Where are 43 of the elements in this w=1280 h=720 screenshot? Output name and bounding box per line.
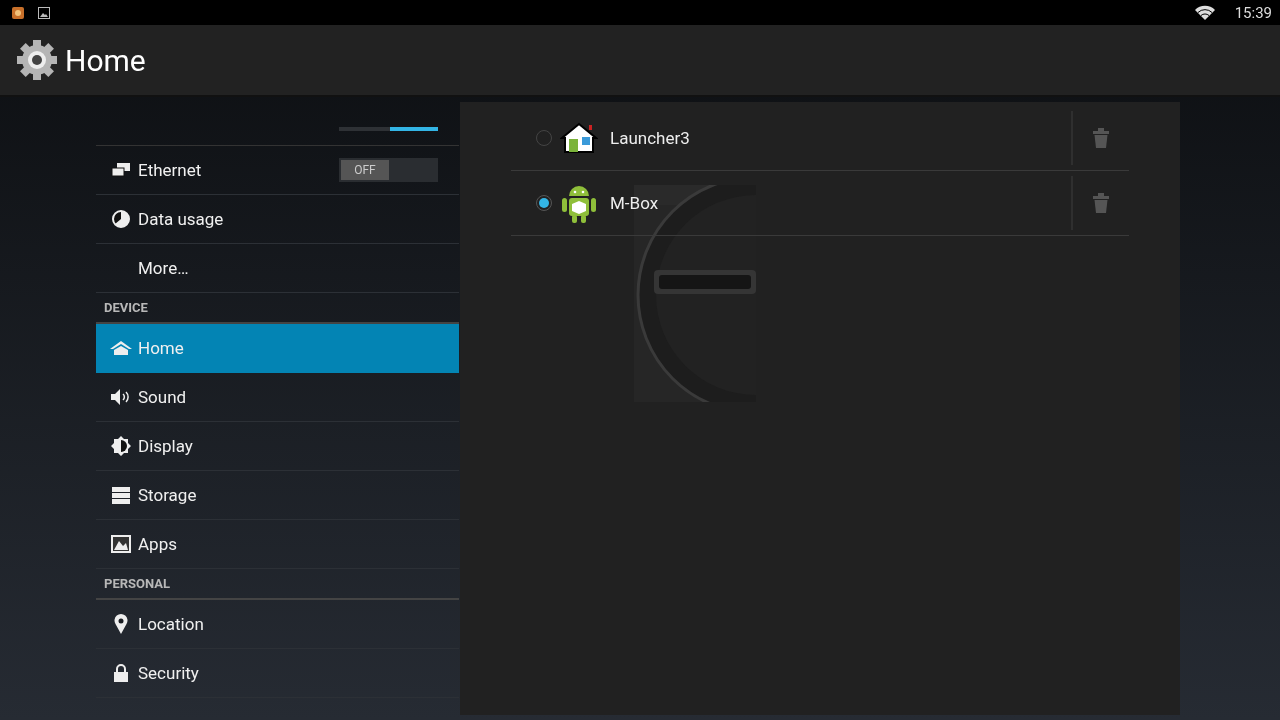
brightness-icon	[111, 436, 131, 456]
item-label: Location	[138, 614, 205, 634]
launcher-option[interactable]: Launcher3	[511, 106, 1129, 171]
pie-chart-icon	[112, 210, 130, 228]
app-name: M-Box	[610, 193, 660, 213]
item-label: Security	[138, 663, 200, 683]
launcher-option[interactable]: M-Box	[511, 171, 1129, 236]
settings-item[interactable]: Ethernet OFF	[96, 146, 459, 195]
ethernet-icon	[111, 163, 131, 177]
item-label: Ethernet	[138, 160, 203, 180]
item-label: Apps	[138, 534, 178, 554]
item-label: Home	[138, 338, 185, 358]
settings-item[interactable]: Home	[96, 324, 459, 373]
item-label: Sound	[138, 387, 188, 407]
house-icon	[109, 340, 133, 356]
settings-item[interactable]: Storage	[96, 471, 459, 520]
app-notification-icon	[12, 6, 24, 19]
settings-item[interactable]: Security	[96, 649, 459, 698]
settings-icon[interactable]	[15, 38, 59, 82]
wifi-icon	[1194, 5, 1215, 20]
settings-item[interactable]: Data usage	[96, 195, 459, 244]
app-name: Launcher3	[610, 128, 691, 148]
image-notification-icon	[38, 6, 50, 19]
clock: 15:39	[1234, 3, 1272, 22]
settings-item[interactable]: More…	[96, 244, 459, 293]
lock-icon	[114, 664, 128, 682]
toggle-switch[interactable]: OFF	[339, 158, 438, 182]
speaker-icon	[110, 387, 132, 407]
switch[interactable]	[339, 127, 438, 131]
settings-item[interactable]: Sound	[96, 373, 459, 422]
storage-icon	[112, 486, 130, 504]
image-icon	[111, 535, 131, 553]
house-icon	[560, 122, 598, 154]
item-label: Data usage	[138, 209, 225, 229]
settings-item[interactable]: Display	[96, 422, 459, 471]
settings-item[interactable]: Location	[96, 600, 459, 649]
item-label: Display	[138, 436, 194, 456]
item-label: Storage	[138, 485, 198, 505]
item-label: More…	[138, 258, 190, 278]
location-pin-icon	[114, 614, 128, 634]
screen-title: Home	[65, 42, 146, 78]
section-header: PERSONAL	[96, 569, 459, 600]
settings-item[interactable]: Apps	[96, 520, 459, 569]
